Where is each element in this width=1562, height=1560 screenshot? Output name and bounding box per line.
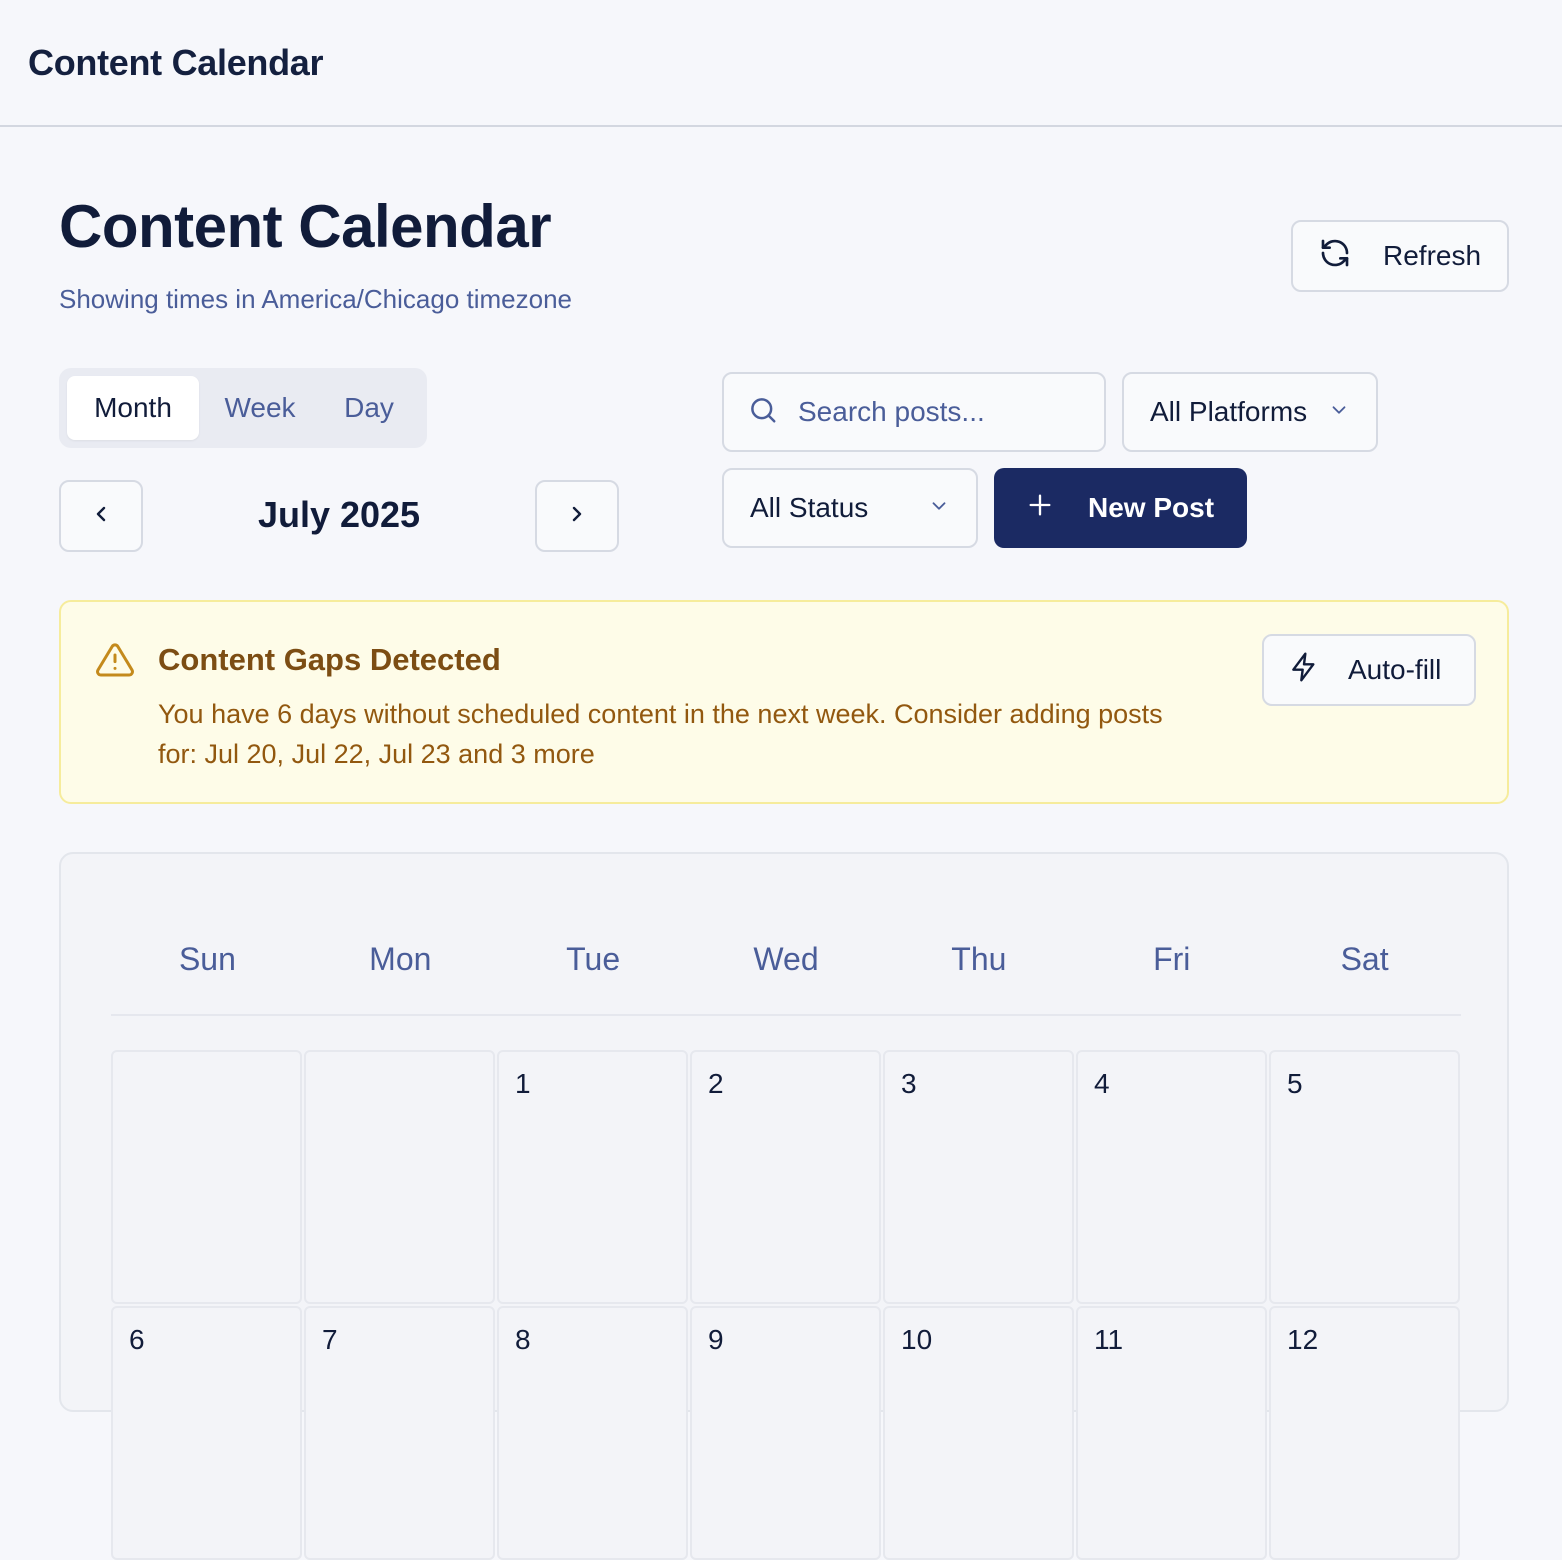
weekday-label: Fri (1153, 941, 1191, 977)
page-title: Content Calendar (59, 193, 552, 260)
previous-month-button[interactable] (59, 480, 143, 552)
weekday-label: Sun (178, 941, 236, 977)
refresh-label: Refresh (1383, 240, 1482, 271)
platform-select-value: All Platforms (1150, 396, 1308, 427)
alert-title: Content Gaps Detected (158, 642, 501, 677)
chevron-down-icon (928, 492, 950, 524)
day-cell[interactable]: 2 (690, 1050, 881, 1304)
day-number: 12 (1287, 1324, 1319, 1355)
day-number: 1 (515, 1068, 531, 1099)
search-input[interactable] (798, 396, 1078, 428)
calendar-grid: 1 2 3 4 5 6 7 8 9 10 11 12 (111, 1050, 1461, 1560)
new-post-button[interactable]: New Post (994, 468, 1247, 548)
day-number: 11 (1094, 1324, 1124, 1355)
weekday-label: Mon (369, 941, 432, 977)
next-month-button[interactable] (535, 480, 619, 552)
tab-month[interactable]: Month (67, 376, 199, 440)
chevron-down-icon (1328, 396, 1350, 428)
app-title: Content Calendar (28, 42, 324, 83)
day-cell[interactable]: 12 (1269, 1306, 1460, 1560)
auto-fill-button[interactable]: Auto-fill (1262, 634, 1476, 706)
day-number: 3 (901, 1068, 917, 1099)
refresh-icon (1319, 237, 1351, 276)
view-toggle: Month Week Day (59, 368, 427, 448)
day-cell[interactable]: 8 (497, 1306, 688, 1560)
warning-icon (95, 640, 135, 685)
tab-day[interactable]: Day (321, 376, 417, 440)
day-number: 10 (901, 1324, 933, 1355)
weekday-label: Wed (753, 941, 819, 977)
top-bar: Content Calendar (0, 0, 1562, 127)
new-post-label: New Post (1088, 492, 1215, 523)
weekday-label: Thu (951, 941, 1007, 977)
day-cell[interactable]: 4 (1076, 1050, 1267, 1304)
day-cell[interactable]: 11 (1076, 1306, 1267, 1560)
status-select[interactable]: All Status (722, 468, 978, 548)
status-select-value: All Status (750, 492, 869, 523)
day-number: 9 (708, 1324, 724, 1355)
day-cell[interactable]: 9 (690, 1306, 881, 1560)
search-field (722, 372, 1106, 452)
day-cell[interactable]: 7 (304, 1306, 495, 1560)
month-calendar: Sun Mon Tue Wed Thu Fri Sat 1 2 3 4 5 6 … (59, 852, 1509, 1560)
day-cell-empty (111, 1050, 302, 1304)
day-number: 8 (515, 1324, 531, 1355)
weekday-label: Tue (566, 941, 621, 977)
day-cell[interactable]: 5 (1269, 1050, 1460, 1304)
platform-select[interactable]: All Platforms (1122, 372, 1378, 452)
day-cell[interactable]: 6 (111, 1306, 302, 1560)
weekday-label: Sat (1340, 941, 1389, 977)
chevron-right-icon (565, 502, 589, 531)
weekday-header: Sun Mon Tue Wed Thu Fri Sat (111, 924, 1461, 1016)
content-gaps-alert: Content Gaps Detected You have 6 days wi… (59, 600, 1509, 804)
refresh-button[interactable]: Refresh (1291, 220, 1509, 292)
day-cell[interactable]: 1 (497, 1050, 688, 1304)
auto-fill-label: Auto-fill (1348, 654, 1442, 685)
alert-message: You have 6 days without scheduled conten… (158, 699, 1163, 769)
timezone-subtitle: Showing times in America/Chicago timezon… (59, 284, 573, 314)
day-number: 4 (1094, 1068, 1110, 1099)
lightning-icon (1288, 651, 1320, 690)
search-icon (748, 395, 778, 430)
day-cell-empty (304, 1050, 495, 1304)
chevron-left-icon (89, 502, 113, 531)
day-number: 6 (129, 1324, 145, 1355)
current-month-label: July 2025 (257, 494, 421, 535)
day-cell[interactable]: 3 (883, 1050, 1074, 1304)
day-number: 5 (1287, 1068, 1303, 1099)
tab-week[interactable]: Week (207, 376, 313, 440)
day-number: 7 (322, 1324, 338, 1355)
day-cell[interactable]: 10 (883, 1306, 1074, 1560)
plus-icon (1026, 491, 1054, 526)
day-number: 2 (708, 1068, 724, 1099)
